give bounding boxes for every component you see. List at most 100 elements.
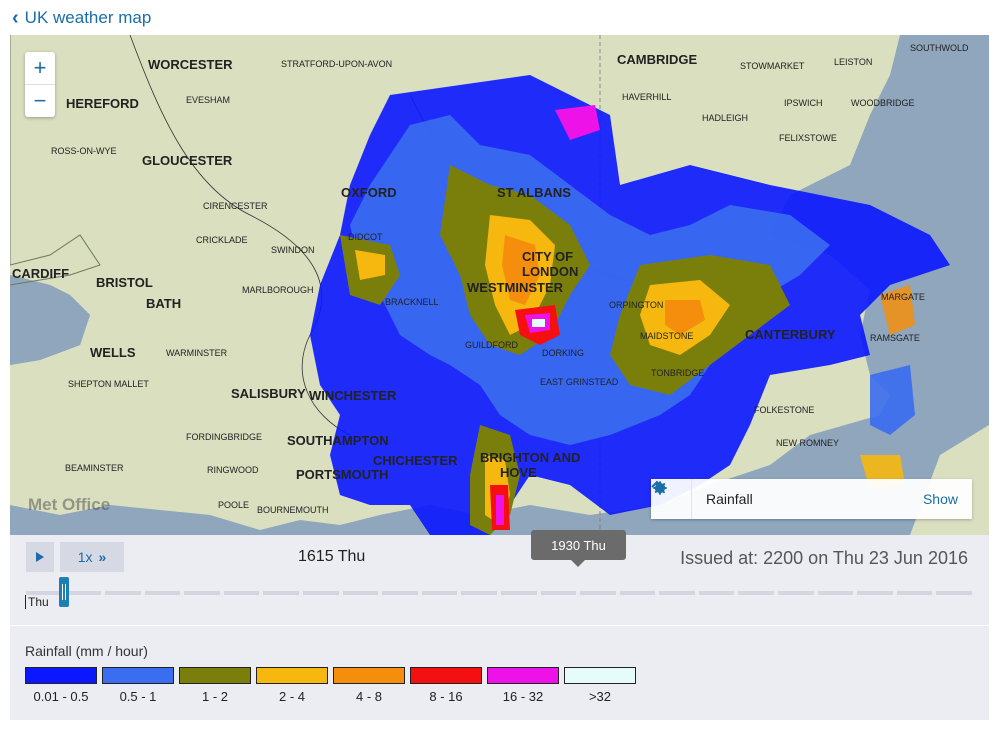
layer-name: Rainfall <box>706 491 753 507</box>
zoom-out-button[interactable]: − <box>25 84 55 117</box>
place-label: CRICKLADE <box>196 235 248 245</box>
place-label: POOLE <box>218 500 250 510</box>
speed-label: 1x <box>77 549 93 565</box>
legend-item: >32 <box>564 667 636 704</box>
timeline-segment <box>65 591 102 595</box>
place-label: WESTMINSTER <box>467 280 564 295</box>
time-tooltip: 1930 Thu <box>531 530 626 567</box>
legend-label: 0.5 - 1 <box>119 689 157 704</box>
chevron-up-icon <box>651 480 663 488</box>
legend-swatch <box>410 667 482 684</box>
place-label: IPSWICH <box>784 98 823 108</box>
timeline-segment <box>421 591 458 595</box>
show-layers-button[interactable]: Show <box>651 480 972 507</box>
legend-item: 16 - 32 <box>487 667 559 704</box>
place-label: CIRENCESTER <box>203 201 268 211</box>
layer-panel: Rainfall Show <box>651 479 972 519</box>
timeline-segment <box>303 591 339 595</box>
place-label: SALISBURY <box>231 386 306 401</box>
place-label: FORDINGBRIDGE <box>186 432 263 442</box>
place-label: WARMINSTER <box>166 348 228 358</box>
issued-time: Issued at: 2200 on Thu 23 Jun 2016 <box>680 548 968 568</box>
place-label: CANTERBURY <box>745 327 836 342</box>
place-label: MARGATE <box>881 292 925 302</box>
place-label: LEISTON <box>834 57 873 67</box>
zoom-control: + − <box>25 52 55 117</box>
chevron-left-icon: ‹ <box>12 7 19 29</box>
timeline-segment <box>144 591 181 595</box>
timeline-segment <box>263 591 300 595</box>
zoom-in-button[interactable]: + <box>25 52 55 84</box>
timeline-segment <box>936 591 972 595</box>
place-label: SOUTHAMPTON <box>287 433 389 448</box>
timeline-segment <box>857 591 893 595</box>
place-label: HOVE <box>500 465 537 480</box>
place-label: TONBRIDGE <box>651 368 705 378</box>
timeline-segment <box>698 591 735 595</box>
legend-label: 2 - 4 <box>278 689 305 704</box>
timeline-segment <box>659 591 695 595</box>
place-label: RAMSGATE <box>870 333 920 343</box>
place-label: CHICHESTER <box>373 453 458 468</box>
legend-label: 8 - 16 <box>429 689 463 704</box>
speed-button[interactable]: 1x » <box>60 542 124 572</box>
timeline-handle[interactable] <box>59 577 69 607</box>
timeline-segment <box>580 591 616 595</box>
place-label: NEW ROMNEY <box>776 438 839 448</box>
legend-title: Rainfall (mm / hour) <box>25 643 148 659</box>
legend-item: 4 - 8 <box>333 667 405 704</box>
legend-item: 0.5 - 1 <box>102 667 174 704</box>
place-label: EVESHAM <box>186 95 231 105</box>
place-label: BATH <box>146 296 182 311</box>
timeline-segment <box>382 591 418 595</box>
legend-swatch <box>487 667 559 684</box>
legend-swatch <box>102 667 174 684</box>
place-label: FOLKESTONE <box>754 405 815 415</box>
weather-map[interactable]: WORCESTER HEREFORD GLOUCESTER BRISTOL BATH WE… <box>10 35 989 535</box>
legend-swatches: 0.01 - 0.5 0.5 - 1 1 - 2 2 - 4 4 - 8 8 - 16 16… <box>25 667 636 704</box>
timeline-segment <box>777 591 814 595</box>
place-label: DIDCOT <box>348 232 383 242</box>
place-label: WOODBRIDGE <box>851 98 915 108</box>
place-label: FELIXSTOWE <box>779 133 837 143</box>
place-label: ROSS-ON-WYE <box>51 146 117 156</box>
timeline-track[interactable] <box>26 591 972 595</box>
place-label: ORPINGTON <box>609 300 664 310</box>
place-label: BOURNEMOUTH <box>257 505 329 515</box>
play-button[interactable] <box>26 542 54 572</box>
timeline-segment <box>540 591 577 595</box>
legend-swatch <box>333 667 405 684</box>
current-time: 1615 Thu <box>298 548 366 565</box>
timeline-segment <box>619 591 656 595</box>
timeline-segment <box>223 591 260 595</box>
place-label: MAIDSTONE <box>640 331 694 341</box>
legend-label: 4 - 8 <box>355 689 382 704</box>
place-label: STOWMARKET <box>740 61 805 71</box>
place-label: DORKING <box>542 348 585 358</box>
place-label: LONDON <box>522 264 579 279</box>
place-label: SWINDON <box>271 245 315 255</box>
legend-swatch <box>256 667 328 684</box>
timeline-segment <box>105 591 141 595</box>
place-label: OXFORD <box>341 185 397 200</box>
timeline-segment <box>184 591 220 595</box>
place-label: WORCESTER <box>148 57 233 72</box>
legend-item: 0.01 - 0.5 <box>25 667 97 704</box>
back-link[interactable]: ‹ UK weather map <box>12 8 151 28</box>
show-layers-label: Show <box>922 491 958 507</box>
place-label: SHEPTON MALLET <box>68 379 149 389</box>
timeline-segment <box>896 591 933 595</box>
legend-label: >32 <box>588 689 612 704</box>
timeline-controls: 1x » 1615 Thu 1930 Thu Issued at: 2200 o… <box>10 530 989 625</box>
place-label: BEAMINSTER <box>65 463 124 473</box>
legend-label: 1 - 2 <box>201 689 228 704</box>
place-label: CAMBRIDGE <box>617 52 698 67</box>
legend-item: 1 - 2 <box>179 667 251 704</box>
place-label: BRISTOL <box>96 275 153 290</box>
place-label: MARLBOROUGH <box>242 285 314 295</box>
fast-forward-icon: » <box>98 549 107 565</box>
place-label: HEREFORD <box>66 96 139 111</box>
place-label: EAST GRINSTEAD <box>540 377 619 387</box>
legend-swatch <box>564 667 636 684</box>
place-label: PORTSMOUTH <box>296 467 389 482</box>
